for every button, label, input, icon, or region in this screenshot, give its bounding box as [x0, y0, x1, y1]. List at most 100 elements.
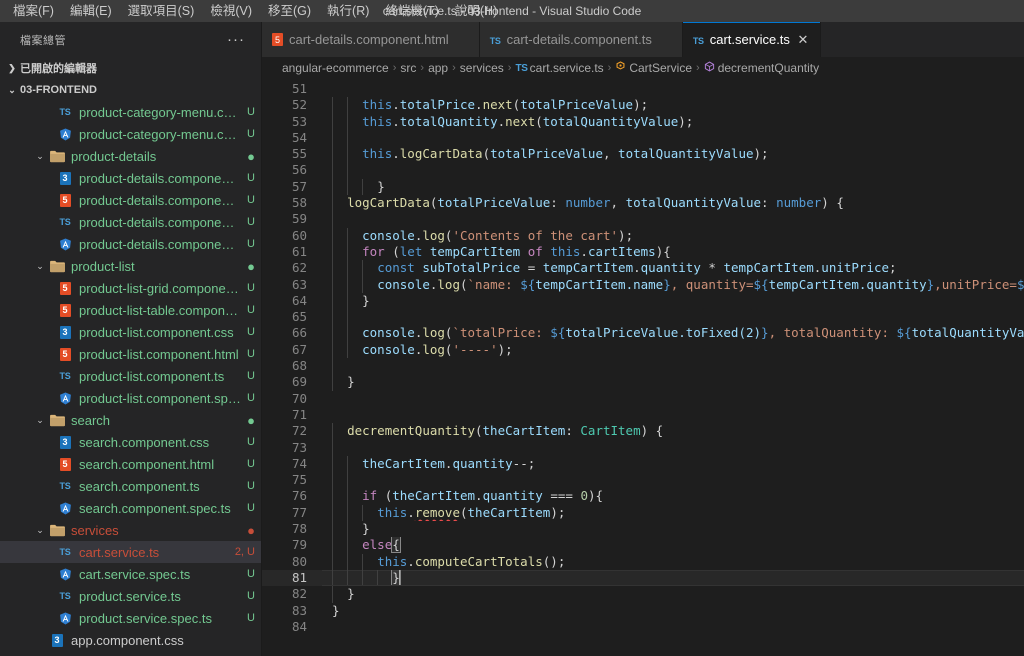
code-line[interactable]: 79 else{: [262, 537, 1024, 553]
code-line[interactable]: 83}: [262, 603, 1024, 619]
code-line-text: theCartItem.quantity--;: [332, 456, 1024, 472]
code-line[interactable]: 54: [262, 130, 1024, 146]
code-line[interactable]: 65: [262, 309, 1024, 325]
code-line[interactable]: 63 console.log(`name: ${tempCartItem.nam…: [262, 277, 1024, 293]
editor-viewport[interactable]: 5152 this.totalPrice.next(totalPriceValu…: [262, 79, 1024, 656]
code-line[interactable]: 66 console.log(`totalPrice: ${totalPrice…: [262, 325, 1024, 341]
tree-file-row[interactable]: TSproduct-list.component.tsU: [0, 365, 261, 387]
code-line[interactable]: 59: [262, 211, 1024, 227]
tree-file-row[interactable]: search.component.spec.tsU: [0, 497, 261, 519]
code-line[interactable]: 58 logCartData(totalPriceValue: number, …: [262, 195, 1024, 211]
tree-file-row[interactable]: 3product-details.component....U: [0, 167, 261, 189]
code-line[interactable]: 64 }: [262, 293, 1024, 309]
tree-file-row[interactable]: 5product-details.component....U: [0, 189, 261, 211]
tree-file-row[interactable]: product-details.component....U: [0, 233, 261, 255]
explorer-more-actions-icon[interactable]: ···: [227, 31, 253, 48]
workspace-folder-section[interactable]: ⌄ 03-FRONTEND: [0, 79, 261, 101]
tree-file-row[interactable]: 5search.component.htmlU: [0, 453, 261, 475]
code-line[interactable]: 74 theCartItem.quantity--;: [262, 456, 1024, 472]
breadcrumb-item[interactable]: angular-ecommerce: [282, 61, 389, 75]
code-line[interactable]: 70: [262, 391, 1024, 407]
code-line[interactable]: 52 this.totalPrice.next(totalPriceValue)…: [262, 97, 1024, 113]
tree-file-row[interactable]: TSproduct-category-menu.co...U: [0, 101, 261, 123]
close-icon[interactable]: ✕: [796, 33, 810, 46]
code-line[interactable]: 57 }: [262, 179, 1024, 195]
tree-file-row[interactable]: 5app.component.htmlM: [0, 651, 261, 656]
typescript-file-icon: TS: [56, 214, 74, 230]
tree-file-row[interactable]: product-category-menu.co...U: [0, 123, 261, 145]
file-status-badge: U: [247, 480, 255, 492]
code-line[interactable]: 51: [262, 81, 1024, 97]
angular-file-icon: [56, 236, 74, 252]
line-number: 84: [262, 619, 307, 635]
indent-guide: [347, 309, 348, 325]
menu-edit[interactable]: 編輯(E): [62, 0, 120, 22]
menu-help[interactable]: 說明(H): [447, 0, 505, 22]
code-line[interactable]: 60 console.log('Contents of the cart');: [262, 228, 1024, 244]
tree-file-row[interactable]: TScart.service.ts2, U: [0, 541, 261, 563]
file-status-badge: 2, U: [235, 546, 255, 558]
menu-view[interactable]: 檢視(V): [202, 0, 260, 22]
open-editors-section[interactable]: ❯ 已開啟的編輯器: [0, 57, 261, 79]
code-line[interactable]: 80 this.computeCartTotals();: [262, 554, 1024, 570]
code-line[interactable]: 75: [262, 472, 1024, 488]
menu-run[interactable]: 執行(R): [319, 0, 377, 22]
tree-folder-row[interactable]: ⌄product-list●: [0, 255, 261, 277]
tree-file-row[interactable]: 3app.component.css: [0, 629, 261, 651]
tree-file-row[interactable]: 5product-list-grid.componen...U: [0, 277, 261, 299]
code-line[interactable]: 76 if (theCartItem.quantity === 0){: [262, 488, 1024, 504]
code-line[interactable]: 82 }: [262, 586, 1024, 602]
chevron-down-icon: ⌄: [32, 151, 48, 162]
code-line[interactable]: 68: [262, 358, 1024, 374]
tree-item-label: cart.service.spec.ts: [79, 567, 241, 582]
indent-guide: [347, 472, 348, 488]
breadcrumb-item[interactable]: decrementQuantity: [704, 61, 819, 75]
code-line[interactable]: 56: [262, 162, 1024, 178]
code-line[interactable]: 81 }: [262, 570, 1024, 586]
tree-file-row[interactable]: 5product-list-table.compone...U: [0, 299, 261, 321]
menu-file[interactable]: 檔案(F): [5, 0, 62, 22]
code-line[interactable]: 84: [262, 619, 1024, 635]
menu-go[interactable]: 移至(G): [260, 0, 319, 22]
code-line[interactable]: 55 this.logCartData(totalPriceValue, tot…: [262, 146, 1024, 162]
code-line[interactable]: 71: [262, 407, 1024, 423]
code-line[interactable]: 77 this.remove(theCartItem);: [262, 505, 1024, 521]
tree-folder-row[interactable]: ⌄product-details●: [0, 145, 261, 167]
code-line-text: }: [332, 179, 1024, 195]
tree-file-row[interactable]: 5product-list.component.htmlU: [0, 343, 261, 365]
menu-selection[interactable]: 選取項目(S): [120, 0, 203, 22]
code-line[interactable]: 61 for (let tempCartItem of this.cartIte…: [262, 244, 1024, 260]
method-symbol-icon: [704, 61, 715, 75]
line-number: 72: [262, 423, 307, 439]
tree-file-row[interactable]: product.service.spec.tsU: [0, 607, 261, 629]
code-line[interactable]: 67 console.log('----');: [262, 342, 1024, 358]
code-line[interactable]: 78 }: [262, 521, 1024, 537]
tree-file-row[interactable]: TSsearch.component.tsU: [0, 475, 261, 497]
code-line[interactable]: 62 const subTotalPrice = tempCartItem.qu…: [262, 260, 1024, 276]
breadcrumb-item[interactable]: CartService: [615, 61, 692, 75]
breadcrumb-item[interactable]: app: [428, 61, 448, 75]
menu-terminal[interactable]: 終端機(T): [377, 0, 446, 22]
editor-tab[interactable]: TScart-details.component.ts: [480, 22, 683, 57]
explorer-title-bar: 檔案總管 ···: [0, 22, 261, 57]
tree-file-row[interactable]: TSproduct-details.component.tsU: [0, 211, 261, 233]
editor-tab[interactable]: 5cart-details.component.html: [262, 22, 480, 57]
tree-folder-row[interactable]: ⌄services●: [0, 519, 261, 541]
code-line[interactable]: 69 }: [262, 374, 1024, 390]
tree-file-row[interactable]: product-list.component.spe...U: [0, 387, 261, 409]
breadcrumb-item[interactable]: TScart.service.ts: [515, 61, 603, 75]
tree-file-row[interactable]: TSproduct.service.tsU: [0, 585, 261, 607]
tree-file-row[interactable]: cart.service.spec.tsU: [0, 563, 261, 585]
breadcrumb-item[interactable]: src: [400, 61, 416, 75]
tree-file-row[interactable]: 3product-list.component.cssU: [0, 321, 261, 343]
code-line[interactable]: 72 decrementQuantity(theCartItem: CartIt…: [262, 423, 1024, 439]
tree-folder-row[interactable]: ⌄search●: [0, 409, 261, 431]
breadcrumb-item[interactable]: services: [460, 61, 504, 75]
html-file-icon: 5: [56, 280, 74, 296]
code-line[interactable]: 53 this.totalQuantity.next(totalQuantity…: [262, 114, 1024, 130]
code-line[interactable]: 73: [262, 440, 1024, 456]
tree-file-row[interactable]: 3search.component.cssU: [0, 431, 261, 453]
editor-tab[interactable]: TScart.service.ts✕: [683, 22, 821, 57]
code-content[interactable]: 5152 this.totalPrice.next(totalPriceValu…: [262, 79, 1024, 656]
tree-item-label: product-list.component.css: [79, 325, 241, 340]
